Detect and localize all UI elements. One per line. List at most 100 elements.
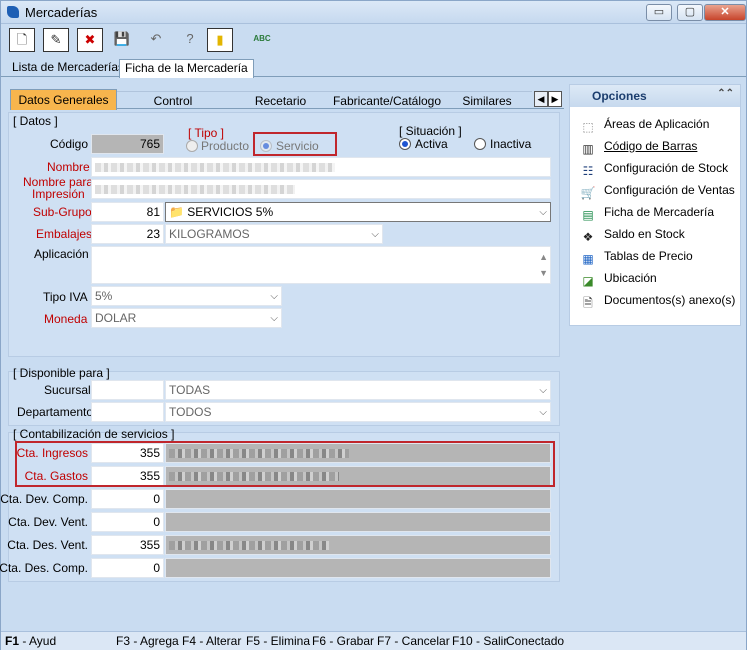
- embalaje-select[interactable]: KILOGRAMOS ⌵: [165, 224, 383, 244]
- chevron-down-icon: ⌵: [539, 385, 547, 396]
- opcion-item[interactable]: ▥ Código de Barras: [580, 139, 697, 157]
- aplicacion-label: Aplicación: [34, 247, 89, 261]
- opcion-item[interactable]: ▦ Tablas de Precio: [580, 249, 692, 267]
- moneda-label: Moneda: [44, 312, 88, 326]
- impresion-field[interactable]: [91, 179, 551, 199]
- embalajes-code[interactable]: 23: [91, 224, 164, 244]
- tab-similares[interactable]: Similares: [442, 91, 532, 109]
- new-icon[interactable]: 🗋: [9, 28, 35, 52]
- title-bar: Mercaderías ▭ ▢ ✕: [1, 1, 746, 24]
- table-icon: ▦: [582, 252, 594, 266]
- tab-fabricante[interactable]: Fabricante/Catálogo: [332, 91, 442, 109]
- sucursal-select[interactable]: TODAS ⌵: [165, 380, 551, 400]
- detail-panel: Datos Generales Control Recetario Fabric…: [0, 84, 564, 627]
- tab-next-button[interactable]: ▶: [548, 91, 562, 107]
- app-icon: [7, 6, 19, 18]
- tab-datos-generales[interactable]: Datos Generales: [10, 89, 117, 110]
- tab-lista[interactable]: Lista de Mercaderías: [7, 59, 129, 77]
- close-button[interactable]: ✕: [704, 4, 746, 21]
- codigo-field[interactable]: 765: [91, 134, 164, 154]
- redacted-text: [169, 541, 329, 550]
- departamento-label: Departamento: [17, 405, 94, 419]
- chevron-down-icon: ⌵: [539, 407, 547, 418]
- opcion-item[interactable]: ▤ Ficha de Mercadería: [580, 205, 714, 223]
- collapse-icon[interactable]: ⌃⌃: [717, 88, 734, 99]
- activa-radio[interactable]: [399, 138, 411, 150]
- status-f6: F6 - Grabar: [312, 634, 375, 648]
- map-icon: ◪: [582, 274, 594, 288]
- situacion-group-label: [ Situación ]: [399, 124, 462, 138]
- edit-icon[interactable]: ✎: [43, 28, 69, 52]
- contab-code[interactable]: 355: [91, 535, 164, 555]
- tab-prev-button[interactable]: ◀: [534, 91, 548, 107]
- sucursal-code[interactable]: [91, 380, 164, 400]
- main-window: Mercaderías ▭ ▢ ✕ 🗋 ✎ ✖ 💾 ↶ ? ▮ ABC List…: [0, 0, 747, 650]
- nombre-field[interactable]: [91, 157, 551, 177]
- contab-code[interactable]: 0: [91, 512, 164, 532]
- moneda-select[interactable]: DOLAR ⌵: [91, 308, 282, 328]
- status-f4: F4 - Alterar: [182, 634, 242, 648]
- opcion-item[interactable]: ☷ Configuración de Stock: [580, 161, 728, 179]
- opcion-item[interactable]: ❖ Saldo en Stock: [580, 227, 685, 245]
- opcion-item[interactable]: 🗎 Documentos(s) anexo(s): [580, 293, 735, 311]
- sucursal-value: TODAS: [169, 383, 211, 397]
- sheet-icon: ▤: [582, 208, 594, 222]
- contab-code[interactable]: 0: [91, 558, 164, 578]
- status-bar: F1 - Ayud F3 - Agrega F4 - Alterar F5 - …: [1, 631, 746, 650]
- opcion-label: Ubicación: [604, 271, 657, 285]
- opciones-header: Opciones ⌃⌃: [570, 85, 740, 107]
- tipo-iva-label: Tipo IVA: [43, 290, 88, 304]
- exit-icon[interactable]: ▮: [207, 28, 233, 52]
- chevron-down-icon: ⌵: [371, 229, 379, 240]
- help-icon[interactable]: ?: [177, 28, 203, 52]
- contab-description[interactable]: [165, 558, 551, 578]
- folder-icon: 📁: [169, 205, 184, 219]
- cart-icon: 🛒: [580, 186, 596, 200]
- departamento-select[interactable]: TODOS ⌵: [165, 402, 551, 422]
- chevron-down-icon: ⌵: [270, 313, 278, 324]
- disponible-group-label: [ Disponible para ]: [13, 366, 110, 380]
- spellcheck-icon[interactable]: ABC: [249, 28, 275, 52]
- contab-description[interactable]: [165, 535, 551, 555]
- contab-label: Cta. Des. Vent.: [7, 538, 88, 552]
- contab-description[interactable]: [165, 489, 551, 509]
- status-f7: F7 - Cancelar: [377, 634, 450, 648]
- tab-control[interactable]: Control: [117, 91, 229, 109]
- toolbar: 🗋 ✎ ✖ 💾 ↶ ? ▮ ABC: [5, 27, 745, 55]
- opcion-label: Configuración de Ventas: [604, 183, 735, 197]
- subgrupo-label: Sub-Grupo: [33, 205, 92, 219]
- opcion-label: Saldo en Stock: [604, 227, 685, 241]
- status-f1: F1 - Ayud: [5, 634, 57, 648]
- opcion-label: Áreas de Aplicación: [604, 117, 710, 131]
- scroll-down-icon[interactable]: ▼: [539, 264, 548, 282]
- departamento-value: TODOS: [169, 405, 212, 419]
- contab-label: Cta. Dev. Vent.: [8, 515, 88, 529]
- producto-radio[interactable]: [186, 140, 198, 152]
- minimize-button[interactable]: ▭: [646, 4, 672, 21]
- opcion-label: Documentos(s) anexo(s): [604, 293, 736, 307]
- tipo-iva-select[interactable]: 5% ⌵: [91, 286, 282, 306]
- opcion-label: Configuración de Stock: [604, 161, 729, 175]
- opcion-item[interactable]: 🛒 Configuración de Ventas: [580, 183, 735, 201]
- save-icon[interactable]: 💾: [109, 28, 135, 52]
- contab-group-label: [ Contabilización de servicios ]: [13, 427, 175, 441]
- inactiva-radio[interactable]: [474, 138, 486, 150]
- status-f5: F5 - Elimina: [246, 634, 311, 648]
- sub-tabs: Datos Generales Control Recetario Fabric…: [10, 89, 564, 110]
- opcion-item[interactable]: ◪ Ubicación: [580, 271, 657, 289]
- undo-icon[interactable]: ↶: [143, 28, 169, 52]
- tab-ficha[interactable]: Ficha de la Mercadería: [119, 59, 254, 78]
- tab-recetario[interactable]: Recetario: [229, 91, 332, 109]
- aplicacion-field[interactable]: ▲ ▼: [91, 246, 551, 284]
- contab-description[interactable]: [165, 512, 551, 532]
- subgrupo-value: SERVICIOS 5%: [187, 205, 274, 219]
- opcion-item[interactable]: ⬚ Áreas de Aplicación: [580, 117, 709, 135]
- contab-code[interactable]: 0: [91, 489, 164, 509]
- subgrupo-select[interactable]: 📁 SERVICIOS 5% ⌵: [165, 202, 551, 222]
- departamento-code[interactable]: [91, 402, 164, 422]
- subgrupo-code[interactable]: 81: [91, 202, 164, 222]
- delete-icon[interactable]: ✖: [77, 28, 103, 52]
- status-connection: Conectado: [506, 634, 565, 648]
- maximize-button[interactable]: ▢: [677, 4, 703, 21]
- opcion-label: Código de Barras: [604, 139, 698, 153]
